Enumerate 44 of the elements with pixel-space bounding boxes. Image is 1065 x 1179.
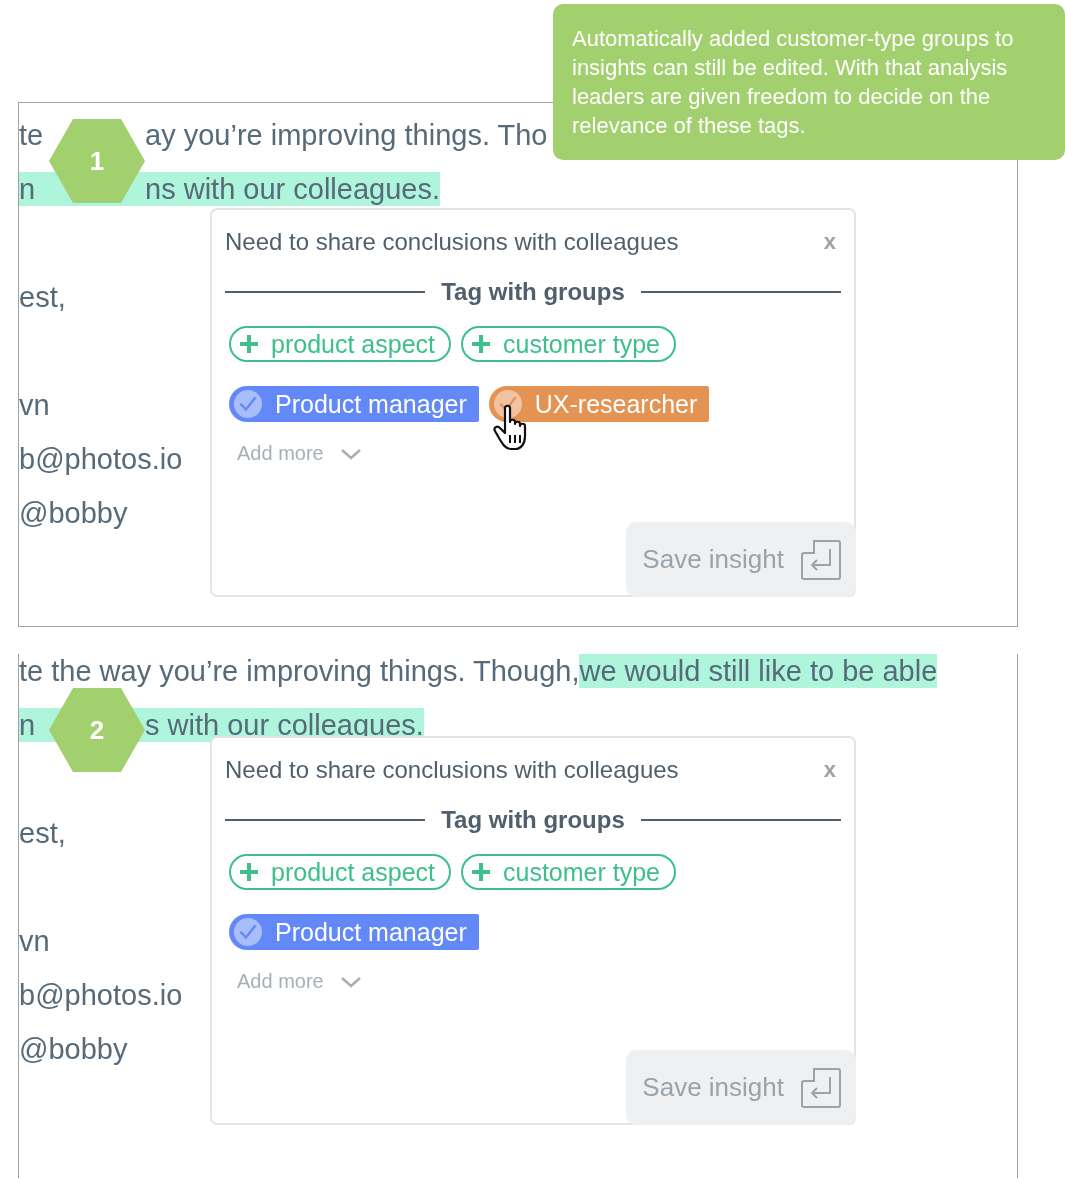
document-text: vn	[19, 924, 50, 958]
check-circle-icon	[233, 389, 263, 419]
close-button[interactable]: x	[823, 757, 836, 783]
annotation-callout: Automatically added customer-type groups to insights can still be edited. With that analysis leaders are given freedom to decide on the relevance of these tags.	[553, 4, 1065, 160]
document-text: ay you’re improving things. Tho	[145, 118, 548, 152]
plus-icon	[471, 334, 491, 354]
add-more-dropdown[interactable]: Add more	[237, 970, 362, 993]
save-insight-button[interactable]: Save insight	[626, 1050, 856, 1125]
step-number: 2	[89, 714, 105, 746]
document-text: te the way you’re improving things. Though,	[19, 654, 580, 688]
popup-title: Need to share conclusions with colleagues	[225, 756, 679, 784]
highlighted-text: ns with our colleagues.	[145, 172, 440, 206]
document-text: b@photos.io	[19, 978, 183, 1012]
add-tag-button[interactable]: product aspect	[229, 854, 451, 890]
document-text: @bobby	[19, 1032, 128, 1066]
save-insight-button[interactable]: Save insight	[626, 522, 856, 597]
add-tag-button[interactable]: customer type	[461, 326, 676, 362]
popup-title: Need to share conclusions with colleagues	[225, 228, 679, 256]
add-tag-button[interactable]: customer type	[461, 854, 676, 890]
check-circle-icon	[233, 917, 263, 947]
document-text: est,	[19, 280, 66, 314]
plus-icon	[239, 334, 259, 354]
plus-icon	[471, 862, 491, 882]
document-text: vn	[19, 388, 50, 422]
group-tag[interactable]: Product manager	[229, 386, 479, 422]
document-text: b@photos.io	[19, 442, 183, 476]
close-button[interactable]: x	[823, 229, 836, 255]
document-text: te	[19, 118, 44, 152]
section-heading: Tag with groups	[441, 278, 625, 306]
add-more-dropdown[interactable]: Add more	[237, 442, 362, 465]
step-number: 1	[89, 145, 105, 177]
chevron-down-icon	[339, 975, 362, 988]
enter-key-icon	[800, 1066, 842, 1109]
plus-icon	[239, 862, 259, 882]
group-tag[interactable]: Product manager	[229, 914, 479, 950]
document-text: @bobby	[19, 496, 128, 530]
highlighted-text: n	[19, 172, 36, 206]
highlighted-text: n	[19, 708, 36, 742]
section-heading: Tag with groups	[441, 806, 625, 834]
document-text: est,	[19, 816, 66, 850]
highlighted-text: we would still like to be able	[579, 654, 938, 688]
add-tag-button[interactable]: product aspect	[229, 326, 451, 362]
enter-key-icon	[800, 538, 842, 581]
chevron-down-icon	[339, 447, 362, 460]
